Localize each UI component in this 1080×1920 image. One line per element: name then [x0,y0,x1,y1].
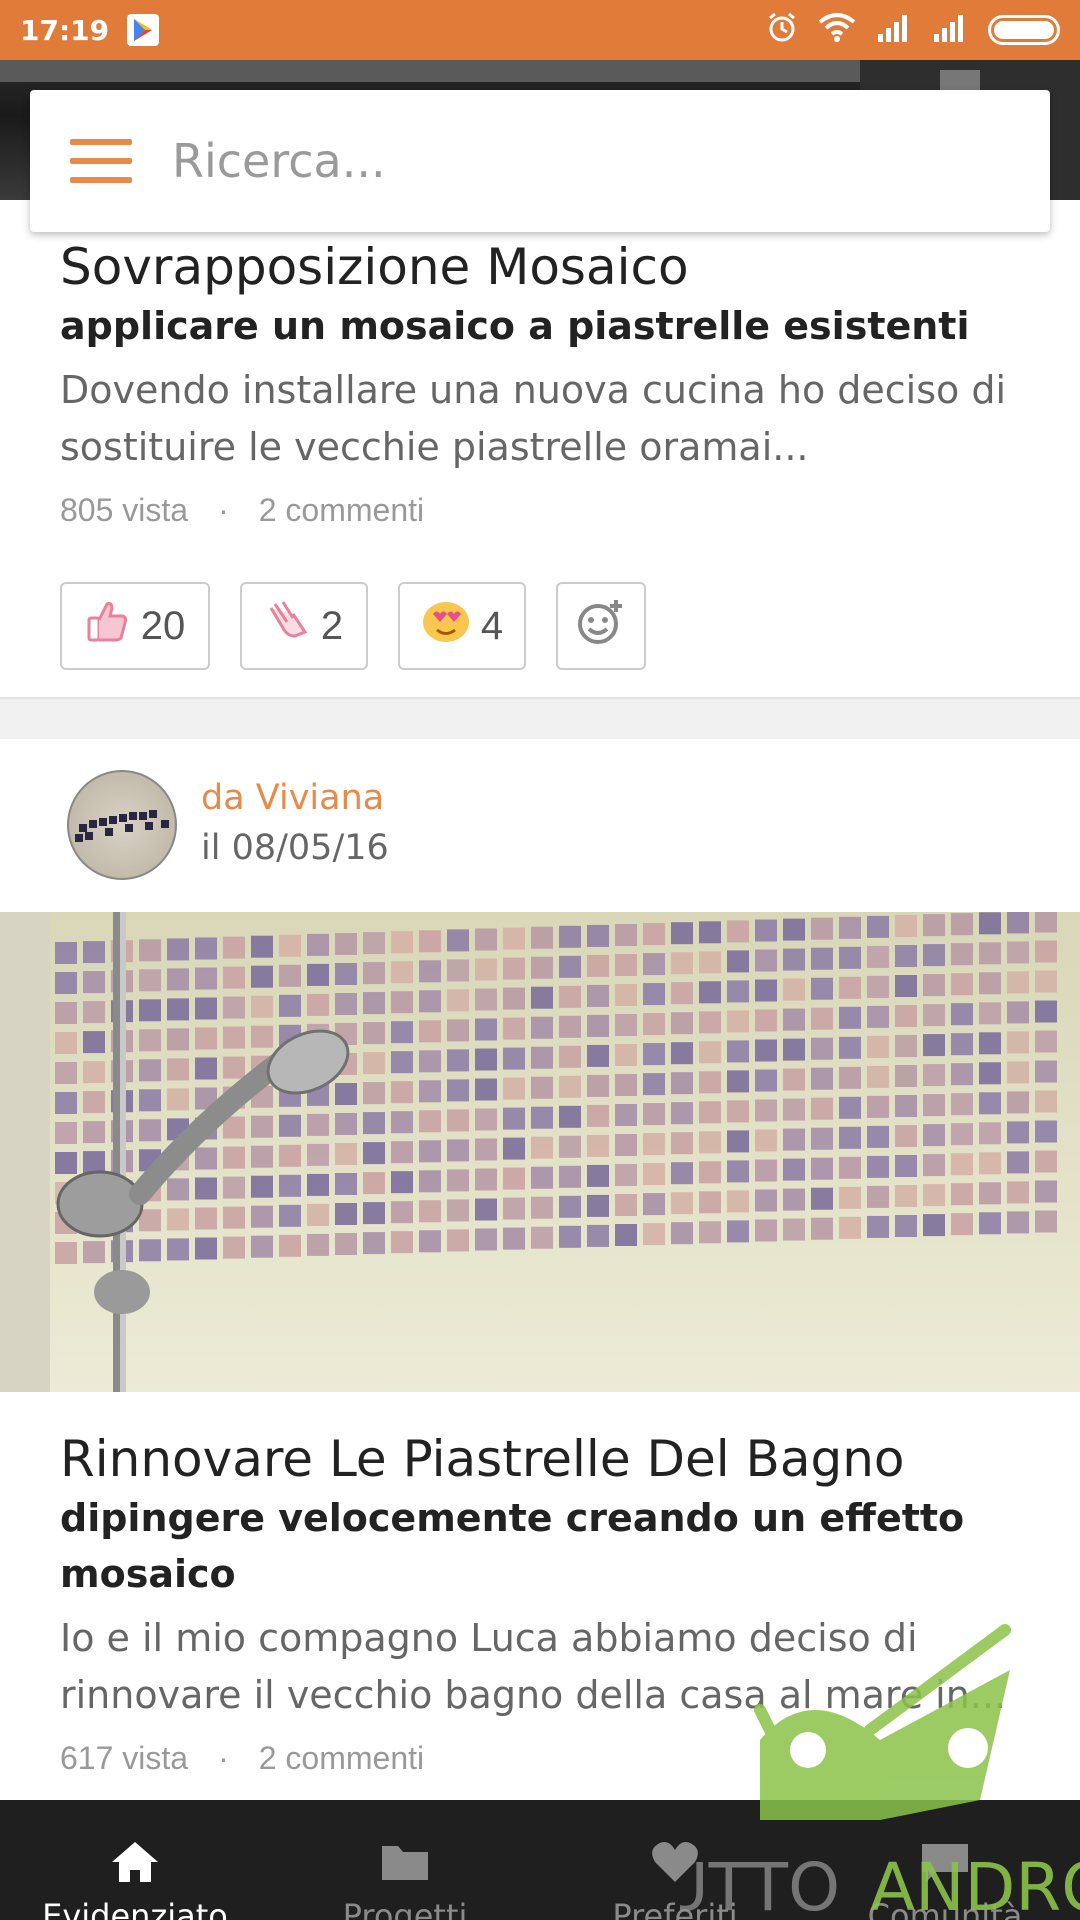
search-input[interactable] [172,134,932,188]
reaction-love-button[interactable]: 4 [398,582,526,670]
nav-comunita[interactable]: Comunità [810,1800,1080,1920]
nav-evidenziato[interactable]: Evidenziato [0,1800,270,1920]
view-count: 617 vista [60,1740,189,1776]
reaction-count: 20 [140,603,186,648]
meta-separator: · [218,1740,229,1776]
add-reaction-icon [576,596,626,656]
chat-icon [920,1840,970,1889]
article-card[interactable]: Rinnovare Le Piastrelle Del Bagno diping… [60,1428,1020,1777]
comment-count[interactable]: 2 commenti [259,1740,424,1777]
nav-label: Preferiti [612,1897,738,1920]
post-date: il 08/05/16 [201,828,389,868]
article-image[interactable] [0,912,1080,1392]
view-count: 805 vista [60,492,189,528]
nav-label: Progetti [342,1897,468,1920]
article-meta: 617 vista · 2 commenti [60,1740,1020,1777]
reaction-clap-button[interactable]: 2 [240,582,368,670]
bottom-navigation: Evidenziato Progetti Preferiti Comunità [0,1800,1080,1920]
alarm-icon [766,11,798,50]
reaction-thumbs-up-button[interactable]: 20 [60,582,210,670]
nav-preferiti[interactable]: Preferiti [540,1800,810,1920]
menu-icon[interactable] [70,139,132,183]
heart-eyes-icon [421,598,471,654]
add-reaction-button[interactable] [556,582,646,670]
article-meta: 805 vista · 2 commenti [60,492,1020,529]
article-excerpt: Dovendo installare una nuova cucina ho d… [60,368,1007,469]
article-title[interactable]: Rinnovare Le Piastrelle Del Bagno [60,1428,1020,1490]
wifi-icon [818,12,856,49]
article-card[interactable]: Sovrapposizione Mosaico applicare un mos… [60,236,1020,529]
article-subtitle: applicare un mosaico a piastrelle esiste… [60,304,970,348]
article-excerpt: Io e il mio compagno Luca abbiamo deciso… [60,1616,1007,1717]
article-subtitle: dipingere velocemente creando un effetto… [60,1496,965,1596]
section-divider [0,697,1080,739]
reaction-bar: 20 2 4 [60,582,646,670]
nav-label: Comunità [867,1897,1023,1920]
avatar[interactable] [67,770,177,880]
heart-icon [650,1840,700,1889]
status-time: 17:19 [20,13,110,47]
status-bar: 17:19 [0,0,1080,60]
article-title[interactable]: Sovrapposizione Mosaico [60,236,1020,298]
signal-icon [932,12,968,49]
comment-count[interactable]: 2 commenti [259,492,424,529]
signal-icon [876,12,912,49]
folder-icon [380,1840,430,1889]
meta-separator: · [218,492,229,528]
author-name[interactable]: da Viviana [201,778,384,818]
clapping-hands-icon [265,598,311,654]
search-bar [30,90,1050,232]
reaction-count: 4 [480,603,504,648]
thumbs-up-icon [85,598,131,654]
play-store-icon [127,14,160,46]
home-icon [110,1840,160,1889]
battery-icon [988,15,1060,45]
reaction-count: 2 [320,603,344,648]
nav-progetti[interactable]: Progetti [270,1800,540,1920]
nav-label: Evidenziato [42,1897,228,1920]
